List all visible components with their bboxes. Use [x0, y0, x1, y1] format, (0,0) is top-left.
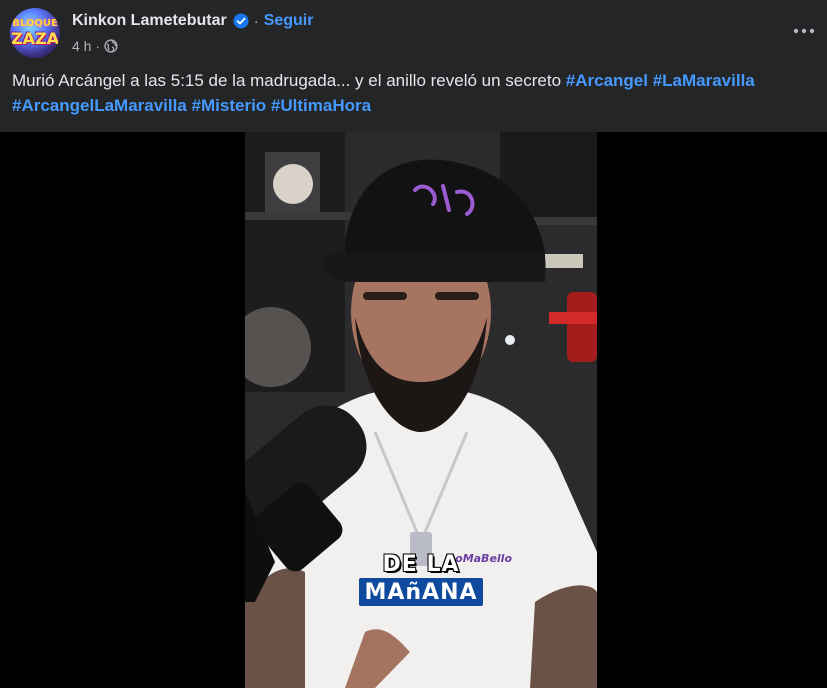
video-frame[interactable]: DoMaBello DE LA MAñANA: [245, 132, 597, 688]
name-row: Kinkon Lametebutar · Seguir: [72, 9, 313, 33]
follow-button[interactable]: Seguir: [264, 12, 314, 30]
more-options-button[interactable]: [787, 14, 821, 48]
more-options-icon: [793, 28, 815, 34]
video-subtitle-line-1: DE LA: [382, 552, 460, 577]
name-separator: ·: [253, 12, 259, 30]
meta-separator: ·: [95, 38, 100, 54]
avatar-text-top: BLOQUE: [12, 18, 58, 29]
avatar-text-bottom: ZAZA: [11, 29, 59, 48]
video-subtitle-line-2: MAñANA: [359, 578, 483, 606]
video-subtitle-line-2-wrap: MAñANA: [245, 578, 597, 606]
post-caption: Murió Arcángel a las 5:15 de la madrugad…: [12, 68, 822, 118]
caption-text: Murió Arcángel a las 5:15 de la madrugad…: [12, 71, 566, 90]
hashtag-arcangel[interactable]: #Arcangel: [566, 71, 648, 90]
post-meta: 4 h ·: [72, 36, 118, 56]
video-player[interactable]: DoMaBello DE LA MAñANA: [0, 132, 827, 688]
hashtag-arcangellamaravilla[interactable]: #ArcangelLaMaravilla: [12, 96, 187, 115]
post-timestamp[interactable]: 4 h: [72, 38, 91, 54]
page-avatar[interactable]: BLOQUE ZAZA: [10, 8, 60, 58]
hashtag-lamaravilla[interactable]: #LaMaravilla: [653, 71, 755, 90]
verified-badge-icon: [233, 13, 249, 29]
page-name[interactable]: Kinkon Lametebutar: [72, 12, 227, 30]
globe-icon[interactable]: [104, 39, 118, 53]
post-header: BLOQUE ZAZA Kinkon Lametebutar · Seguir …: [0, 0, 827, 64]
hashtag-misterio[interactable]: #Misterio: [192, 96, 267, 115]
facebook-post: BLOQUE ZAZA Kinkon Lametebutar · Seguir …: [0, 0, 827, 688]
hashtag-ultimahora[interactable]: #UltimaHora: [271, 96, 371, 115]
